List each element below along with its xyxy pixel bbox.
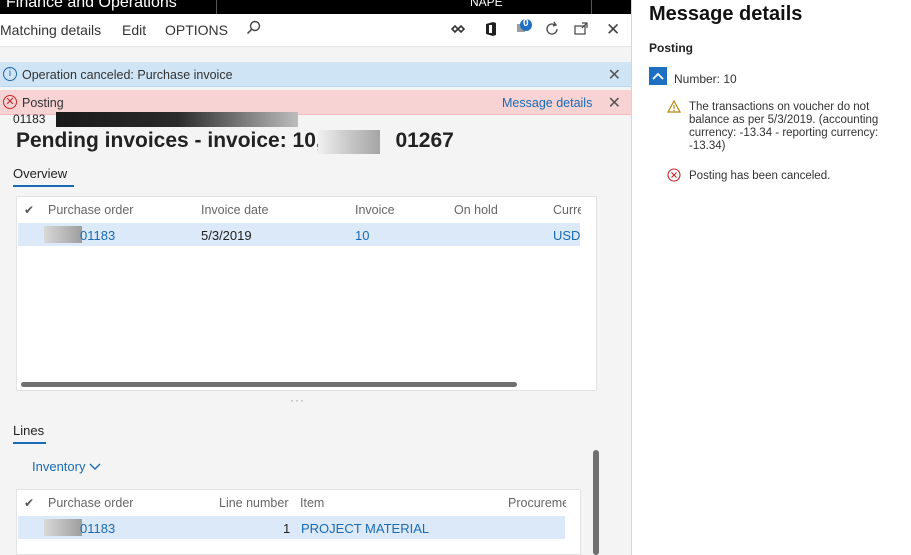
page-title-prefix: Pending invoices - invoice: 10, xyxy=(16,129,322,152)
purchase-order-cell[interactable]: 01183 xyxy=(80,521,115,536)
notification-count: 0 xyxy=(523,18,529,29)
warning-message: The transactions on voucher do not balan… xyxy=(689,101,878,153)
tab-underline xyxy=(13,185,74,187)
tab-overview-label: Overview xyxy=(13,166,68,181)
error-message-text: Posting xyxy=(22,96,64,110)
column-header[interactable]: Invoice date xyxy=(201,203,268,217)
edit-button[interactable]: Edit xyxy=(122,22,146,38)
column-header[interactable]: Purchase order xyxy=(48,496,133,510)
redacted-text xyxy=(44,226,82,243)
divider xyxy=(216,0,217,14)
app-title: Finance and Operations xyxy=(6,0,177,11)
message-line: -13.34) xyxy=(689,140,726,152)
error-icon: ✕ xyxy=(3,95,17,109)
message-line: The transactions on voucher do not xyxy=(689,101,870,113)
office-icon[interactable] xyxy=(484,21,498,40)
inventory-menu-label: Inventory xyxy=(32,459,86,474)
column-header[interactable]: On hold xyxy=(454,203,498,217)
app-title-bar: Finance and Operations NAPE xyxy=(0,0,631,14)
message-group-label: Posting xyxy=(649,41,693,55)
select-all-checkmark-icon[interactable]: ✔ xyxy=(24,203,34,217)
column-header[interactable]: Curre xyxy=(553,203,581,217)
matching-details-tab[interactable]: Matching details xyxy=(0,22,101,38)
message-line: balance as per 5/3/2019. (accounting xyxy=(689,114,879,126)
message-line: Posting has been canceled. xyxy=(689,170,831,182)
message-number: Number: 10 xyxy=(674,72,737,86)
vertical-scrollbar[interactable] xyxy=(593,450,599,555)
horizontal-scrollbar[interactable] xyxy=(21,382,517,387)
tab-lines-label: Lines xyxy=(13,423,45,438)
error-icon xyxy=(667,168,681,185)
item-cell[interactable]: PROJECT MATERIAL xyxy=(301,521,429,536)
splitter-handle[interactable]: ··· xyxy=(290,393,305,407)
select-all-checkmark-icon[interactable]: ✔ xyxy=(24,496,34,510)
info-message-bar: i Operation canceled: Purchase invoice ✕ xyxy=(0,62,631,87)
chevron-down-icon xyxy=(89,459,101,474)
message-details-panel: Message details Posting Number: 10 The t… xyxy=(631,0,911,555)
redacted-text xyxy=(44,519,82,536)
column-header[interactable]: Item xyxy=(300,496,324,510)
column-header[interactable]: Procureme xyxy=(508,496,566,510)
inventory-menu-button[interactable]: Inventory xyxy=(32,459,101,474)
panel-title: Message details xyxy=(649,3,803,25)
purchase-order-cell[interactable]: 01183 xyxy=(80,228,115,243)
info-message-text: Operation canceled: Purchase invoice xyxy=(22,68,233,82)
tab-lines[interactable]: Lines xyxy=(13,423,46,444)
search-icon[interactable] xyxy=(246,20,262,39)
invoice-date-cell: 5/3/2019 xyxy=(201,228,252,243)
tab-overview[interactable]: Overview xyxy=(13,166,74,187)
redacted-text xyxy=(56,112,298,127)
invoice-cell[interactable]: 10 xyxy=(355,228,369,243)
options-tab[interactable]: OPTIONS xyxy=(165,22,228,38)
action-pane: Matching details Edit OPTIONS 0 ✕ xyxy=(0,14,631,47)
company-picker[interactable]: NAPE xyxy=(470,0,503,9)
column-header[interactable]: Line number xyxy=(219,496,289,510)
chevron-up-icon[interactable] xyxy=(649,67,667,85)
close-icon[interactable]: ✕ xyxy=(608,93,621,113)
page-title-suffix: 01267 xyxy=(395,129,454,152)
error-message: Posting has been canceled. xyxy=(689,170,830,183)
refresh-icon[interactable] xyxy=(544,21,560,40)
info-icon: i xyxy=(3,67,17,81)
line-number-cell: 1 xyxy=(283,521,291,536)
page-title: Pending invoices - invoice: 10, 01267 xyxy=(16,129,454,153)
close-icon[interactable]: ✕ xyxy=(608,65,621,85)
message-line: currency: -13.34 - reporting currency: xyxy=(689,127,879,139)
link-icon[interactable] xyxy=(450,21,466,40)
currency-cell[interactable]: USD xyxy=(553,228,580,243)
redacted-text xyxy=(318,130,380,154)
message-details-link[interactable]: Message details xyxy=(502,96,592,110)
close-icon[interactable]: ✕ xyxy=(606,20,620,40)
open-in-new-window-icon[interactable] xyxy=(573,21,589,40)
warning-icon xyxy=(666,99,682,116)
column-header[interactable]: Purchase order xyxy=(48,203,133,217)
record-subtitle: 01183 xyxy=(13,112,46,126)
tab-underline xyxy=(13,442,46,444)
column-header[interactable]: Invoice xyxy=(355,203,395,217)
divider xyxy=(591,0,592,14)
